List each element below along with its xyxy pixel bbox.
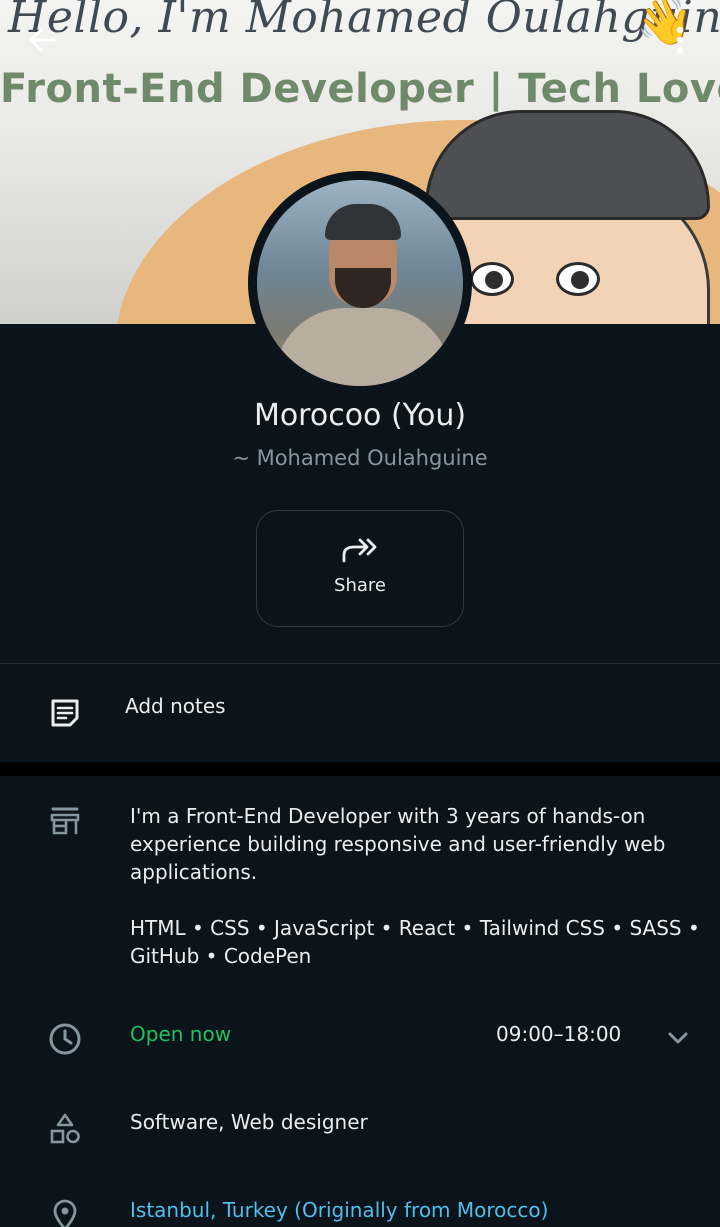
section-divider [0, 663, 720, 664]
hours-expand-button[interactable] [662, 1022, 694, 1054]
cartoon-eye-left [470, 262, 514, 296]
avatar-cap [325, 204, 401, 240]
avatar-shirt [275, 308, 451, 386]
section-separator [0, 762, 720, 776]
category-icon-wrap [44, 1108, 86, 1150]
open-status: Open now [130, 1022, 232, 1046]
location-pin-icon [53, 1199, 77, 1227]
business-description: I'm a Front-End Developer with 3 years o… [130, 804, 666, 884]
clock-icon [49, 1023, 81, 1055]
business-category: Software, Web designer [130, 1110, 368, 1134]
clock-icon-wrap [44, 1018, 86, 1060]
chevron-down-icon [668, 1032, 688, 1044]
cartoon-cap [425, 110, 710, 220]
avatar[interactable] [257, 180, 463, 386]
more-vertical-icon [676, 26, 684, 54]
add-notes-button[interactable]: Add notes [125, 694, 226, 718]
business-hours: 09:00–18:00 [496, 1022, 622, 1046]
skills-list: HTML • CSS • JavaScript • React • Tailwi… [130, 916, 700, 968]
profile-subtitle: ~ Mohamed Oulahguine [232, 446, 488, 470]
notes-icon-wrap[interactable] [44, 692, 86, 734]
category-shapes-icon [50, 1113, 80, 1144]
arrow-left-icon [29, 28, 56, 52]
cover-tagline: Front-End Developer | Tech Lover [0, 66, 720, 112]
more-options-button[interactable] [658, 18, 702, 62]
storefront-icon-wrap [44, 800, 86, 842]
share-forward-icon [342, 538, 377, 563]
cover-headline: Hello, I'm Mohamed Oulahguine [8, 0, 720, 43]
business-location-link[interactable]: Istanbul, Turkey (Originally from Morocc… [130, 1198, 548, 1222]
share-button[interactable]: Share [256, 510, 464, 627]
share-label: Share [334, 575, 386, 596]
profile-name: Morocoo (You) [253, 398, 467, 433]
back-button[interactable] [20, 18, 64, 62]
notes-icon [51, 699, 79, 727]
location-icon-wrap [44, 1194, 86, 1227]
cartoon-eye-right [556, 262, 600, 296]
avatar-ring [248, 171, 472, 395]
storefront-icon [50, 807, 80, 835]
